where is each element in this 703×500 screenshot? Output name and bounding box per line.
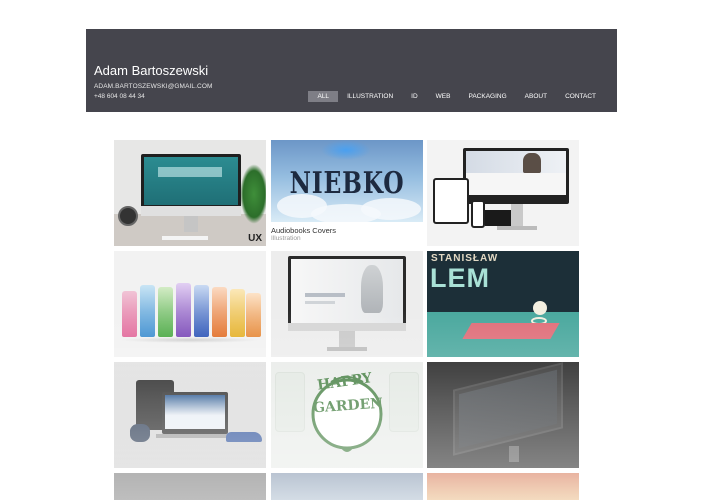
tablet-image (433, 178, 469, 224)
nav-item-web[interactable]: WEB (427, 91, 460, 102)
project-tile-stanislaw-lem[interactable]: STANISŁAW LEM (427, 251, 579, 357)
keyboard-image (162, 236, 208, 240)
motorbike-image (130, 424, 150, 442)
cover-author-last-name: LEM (430, 263, 490, 293)
bottle-image (194, 285, 209, 337)
screen-banner (158, 167, 222, 177)
project-tile-partial[interactable] (427, 473, 579, 500)
screen-hero (466, 151, 566, 173)
monitor-chin (141, 206, 241, 216)
monitor-stand (184, 216, 198, 232)
laptop-image (485, 210, 511, 226)
project-tile-dark-monitor[interactable] (427, 362, 579, 468)
project-tile-partial[interactable] (271, 473, 423, 500)
person-image (523, 153, 541, 173)
bottle-image (230, 289, 245, 337)
car-image (226, 432, 262, 442)
bottle-image (158, 287, 173, 337)
bottle-image (140, 285, 155, 337)
nav-item-contact[interactable]: CONTACT (556, 91, 605, 102)
monitor-stand (511, 204, 523, 226)
contact-email[interactable]: ADAM.BARTOSZEWSKI@GMAIL.COM (94, 83, 213, 90)
sky-glow (321, 140, 371, 160)
nav-item-all[interactable]: ALL (308, 90, 339, 102)
project-tile-responsive-web[interactable] (427, 140, 579, 246)
shadow (120, 337, 260, 343)
nav-item-illustration[interactable]: ILLUSTRATION (338, 91, 402, 102)
laptop-base (156, 434, 234, 438)
portfolio-grid: UX NIEBKO Audiobooks Covers Illustration (114, 140, 580, 500)
project-tile-happy-garden[interactable]: HAPPY GARDEN (271, 362, 423, 468)
moon-icon (533, 301, 547, 315)
statue-image (361, 265, 383, 313)
monitor-screen (291, 259, 403, 323)
project-tile-niebko[interactable]: NIEBKO (271, 140, 423, 222)
bottle-image (246, 293, 261, 337)
bottle-image (176, 283, 191, 337)
laptop-screen (165, 395, 225, 429)
caption-category: Illustration (271, 235, 301, 242)
monitor-base (327, 347, 367, 351)
cloud-image (311, 204, 381, 222)
monitor-screen (144, 157, 238, 205)
tile-caption: Audiobooks Covers Illustration (271, 226, 423, 242)
monitor-stand (339, 331, 355, 347)
main-nav: ALL ILLUSTRATION ID WEB PACKAGING ABOUT … (308, 90, 605, 102)
raft-image (462, 323, 560, 339)
site-header: Adam Bartoszewski ADAM.BARTOSZEWSKI@GMAI… (86, 29, 617, 112)
screen-text (305, 301, 335, 304)
clock-icon (118, 206, 138, 226)
screen-heading (305, 293, 345, 297)
monitor-stand (509, 446, 519, 462)
project-tile-monalisa[interactable] (271, 251, 423, 357)
monitor-chin (288, 323, 406, 331)
project-tile-web-devices[interactable] (114, 362, 266, 468)
project-tile-partial[interactable] (114, 473, 266, 500)
nav-item-about[interactable]: ABOUT (516, 91, 556, 102)
monitor-base (497, 226, 537, 230)
bottle-image (212, 287, 227, 337)
cover-title-niebko: NIEBKO (289, 166, 405, 201)
jar-image (389, 372, 419, 432)
phone-image (471, 200, 485, 228)
tile-badge-ux: UX (248, 233, 262, 244)
nav-item-id[interactable]: ID (402, 91, 427, 102)
bottle-image (122, 291, 137, 337)
nav-item-packaging[interactable]: PACKAGING (459, 91, 515, 102)
plant-image (240, 164, 266, 224)
caption-title[interactable]: Audiobooks Covers (271, 226, 423, 235)
site-name[interactable]: Adam Bartoszewski (94, 63, 208, 78)
contact-phone: +48 604 08 44 34 (94, 93, 145, 100)
project-tile-ux-desk[interactable]: UX (114, 140, 266, 246)
project-tile-packaging[interactable] (114, 251, 266, 357)
